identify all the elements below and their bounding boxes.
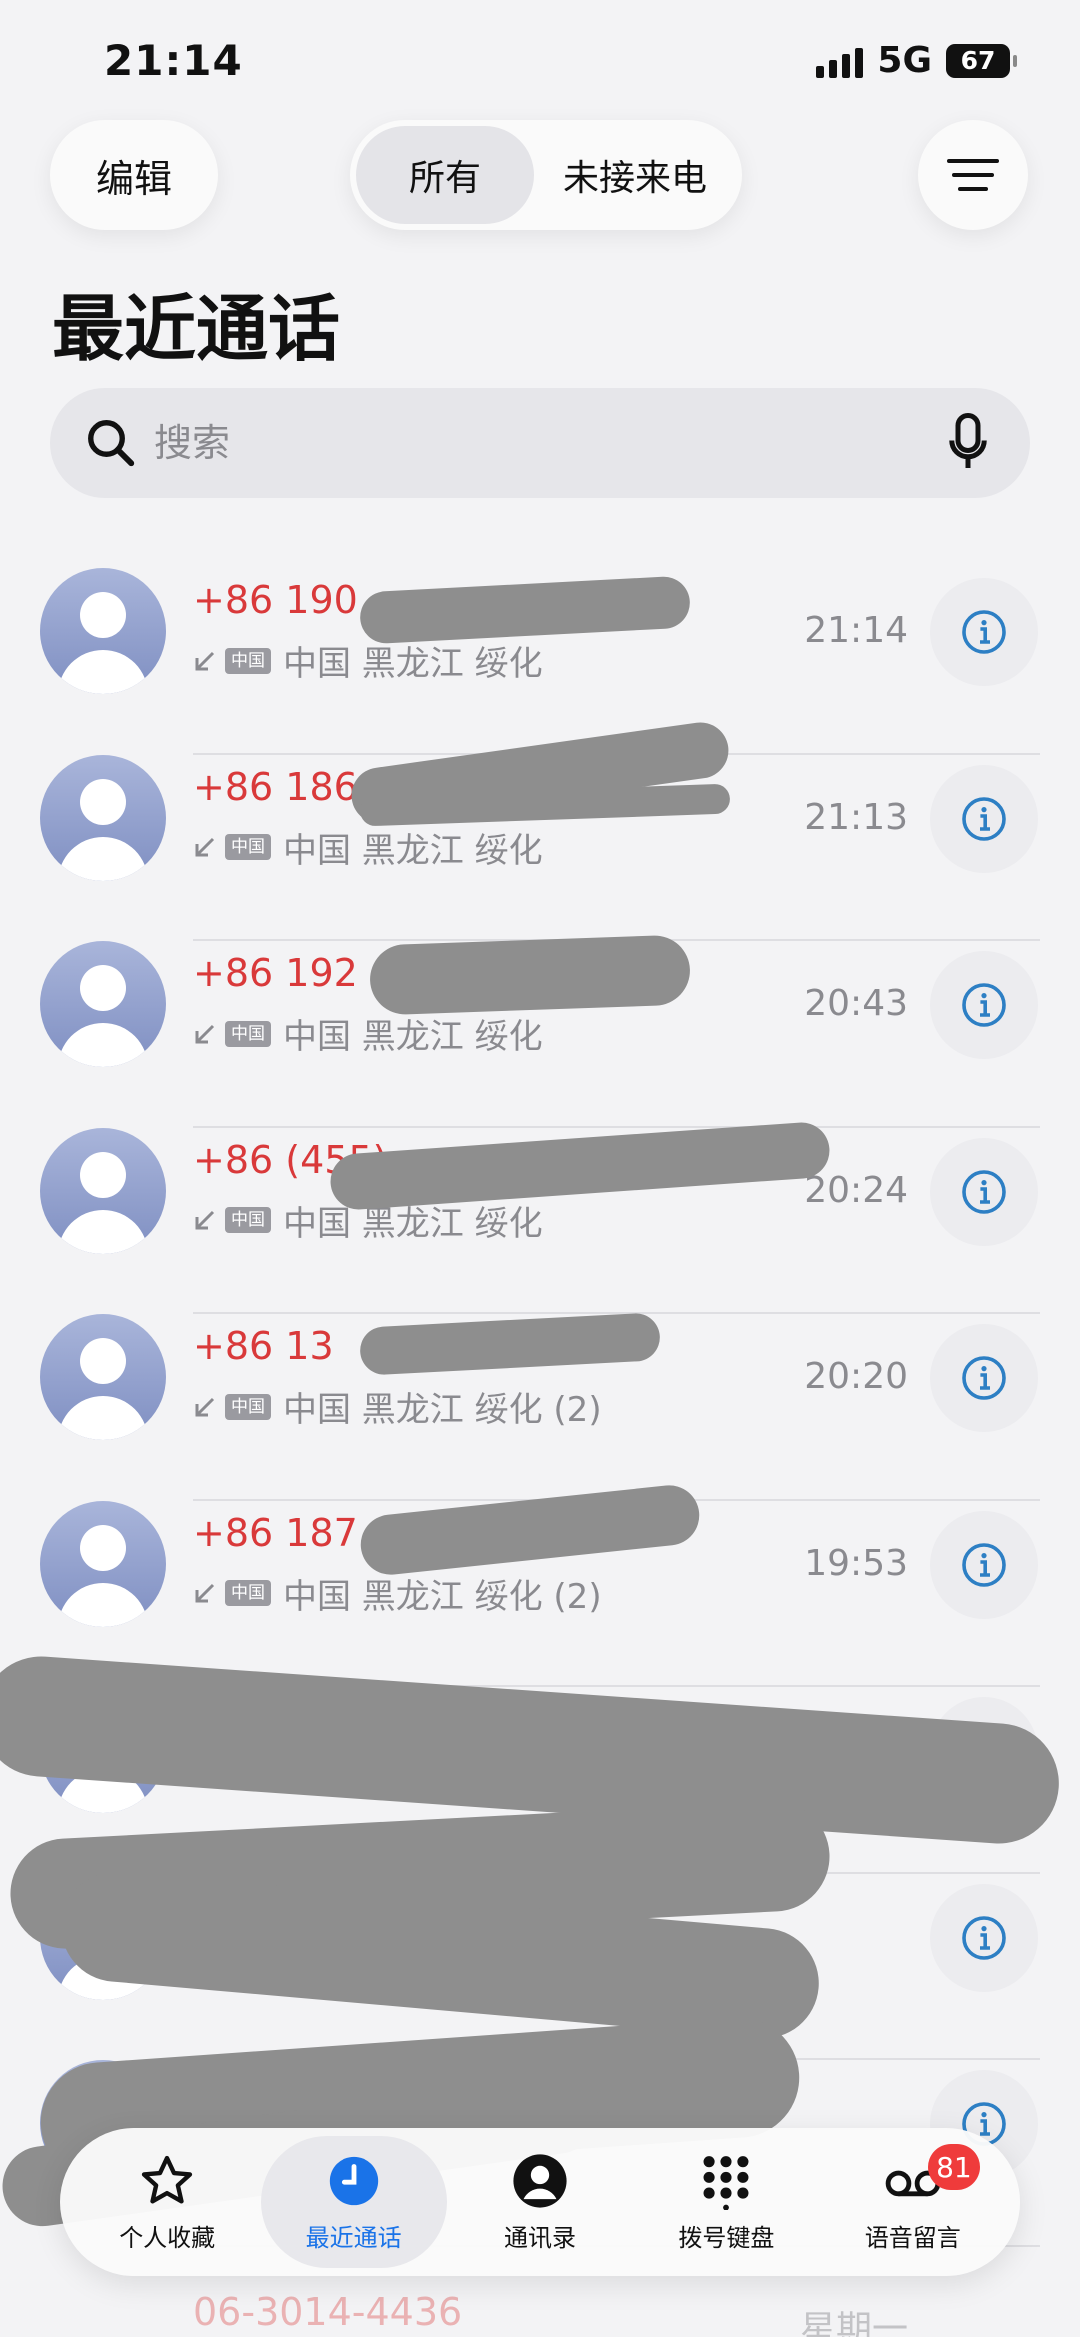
tab-voicemail[interactable]: 语音留言 81 — [820, 2136, 1006, 2268]
menu-icon — [947, 159, 999, 163]
call-time: 20:24 — [804, 1169, 908, 1211]
info-button[interactable] — [930, 1883, 1038, 1992]
info-icon — [962, 1169, 1006, 1214]
region-badge: 中国 — [225, 834, 271, 860]
tab-label: 语音留言 — [864, 2223, 961, 2252]
region-badge: 中国 — [225, 1580, 271, 1606]
search-bar — [50, 388, 1030, 498]
tab-label: 通讯录 — [503, 2223, 576, 2252]
tab-contacts[interactable]: 通讯录 — [447, 2136, 633, 2268]
region-badge: 中国 — [225, 647, 271, 674]
avatar — [40, 1314, 166, 1440]
call-time: 20:43 — [804, 983, 908, 1024]
info-icon — [962, 796, 1006, 841]
partial-call-number: 06-3014-4436 — [193, 2290, 463, 2334]
call-meta: 中国 中国 黑龙江 绥化 (2) — [193, 1382, 602, 1431]
call-meta: 中国 中国 黑龙江 绥化 — [193, 636, 543, 685]
caller-location: 中国 黑龙江 绥化 — [283, 830, 543, 871]
avatar — [40, 1500, 166, 1627]
missed-call-arrow-icon — [195, 837, 215, 857]
battery-icon: 67 — [946, 43, 1017, 78]
tab-bar: 个人收藏 最近通话 通讯录 拨号键盘 语音留言 81 — [60, 2128, 1020, 2276]
tab-recents[interactable]: 最近通话 — [260, 2136, 447, 2268]
voicemail-count-badge: 81 — [928, 2144, 980, 2190]
status-bar: 21:14 5G 67 — [0, 0, 1080, 120]
missed-call-arrow-icon — [195, 1210, 215, 1230]
call-time: 20:20 — [804, 1356, 908, 1397]
missed-call-arrow-icon — [195, 651, 215, 670]
info-icon — [962, 610, 1006, 654]
call-time: 21:14 — [804, 610, 908, 651]
caller-number: +86 192 — [193, 951, 358, 995]
call-time: 19:53 — [804, 1542, 908, 1584]
avatar — [40, 568, 166, 694]
microphone-icon[interactable] — [946, 413, 990, 473]
tab-keypad[interactable]: 拨号键盘 — [633, 2136, 819, 2268]
info-button[interactable] — [930, 764, 1038, 873]
page-title: 最近通话 — [52, 287, 341, 371]
info-button[interactable] — [930, 578, 1038, 686]
region-badge: 中国 — [225, 1020, 271, 1047]
filter-missed-tab[interactable]: 未接来电 — [534, 126, 736, 224]
edit-button[interactable]: 编辑 — [50, 120, 218, 230]
network-label: 5G — [877, 40, 932, 81]
missed-call-arrow-icon — [195, 1024, 215, 1043]
star-icon — [142, 2155, 193, 2203]
info-icon — [962, 1542, 1006, 1587]
avatar — [40, 941, 166, 1067]
avatar — [40, 754, 166, 881]
signal-icon — [816, 44, 864, 78]
tab-label: 个人收藏 — [119, 2223, 216, 2252]
partial-call-time: 星期一 — [799, 2309, 908, 2337]
clock-icon — [329, 2156, 378, 2205]
info-button[interactable] — [930, 1510, 1038, 1619]
missed-call-arrow-icon — [195, 1583, 215, 1603]
status-icons: 5G 67 — [816, 40, 1017, 81]
info-icon — [962, 1356, 1006, 1400]
info-icon — [962, 1915, 1006, 1960]
region-badge: 中国 — [225, 1207, 271, 1233]
call-filter-segment: 所有 未接来电 — [350, 120, 742, 230]
caller-number: +86 187 — [193, 1510, 358, 1555]
tab-favorites[interactable]: 个人收藏 — [74, 2136, 260, 2268]
avatar — [40, 1127, 166, 1254]
missed-call-arrow-icon — [195, 1397, 215, 1416]
caller-location: 中国 黑龙江 绥化 — [283, 644, 543, 684]
status-time: 21:14 — [104, 36, 243, 85]
caller-location: 中国 黑龙江 绥化 (2) — [283, 1390, 602, 1430]
menu-button[interactable] — [918, 120, 1028, 230]
search-icon — [88, 420, 135, 467]
call-meta: 中国 中国 黑龙江 绥化 — [193, 1009, 543, 1058]
call-meta: 中国 中国 黑龙江 绥化 (2) — [193, 1569, 602, 1618]
info-button[interactable] — [930, 1324, 1038, 1432]
call-time: 21:13 — [804, 796, 908, 838]
search-input[interactable] — [154, 421, 946, 465]
info-icon — [962, 983, 1006, 1027]
keypad-icon — [703, 2155, 749, 2210]
caller-location: 中国 黑龙江 绥化 — [283, 1017, 543, 1057]
call-meta: 中国 中国 黑龙江 绥化 — [193, 823, 543, 872]
info-button[interactable] — [930, 1137, 1038, 1246]
tab-label: 最近通话 — [305, 2223, 402, 2252]
filter-all-tab[interactable]: 所有 — [356, 126, 534, 224]
region-badge: 中国 — [225, 1393, 271, 1420]
info-button[interactable] — [930, 951, 1038, 1059]
caller-location: 中国 黑龙江 绥化 (2) — [283, 1576, 602, 1617]
caller-number: +86 190 — [193, 578, 358, 622]
caller-number: +86 186 — [193, 764, 358, 809]
tab-label: 拨号键盘 — [678, 2223, 775, 2252]
contact-icon — [513, 2153, 567, 2208]
redaction-mark — [368, 934, 692, 1016]
caller-number: +86 13 — [193, 1324, 334, 1368]
